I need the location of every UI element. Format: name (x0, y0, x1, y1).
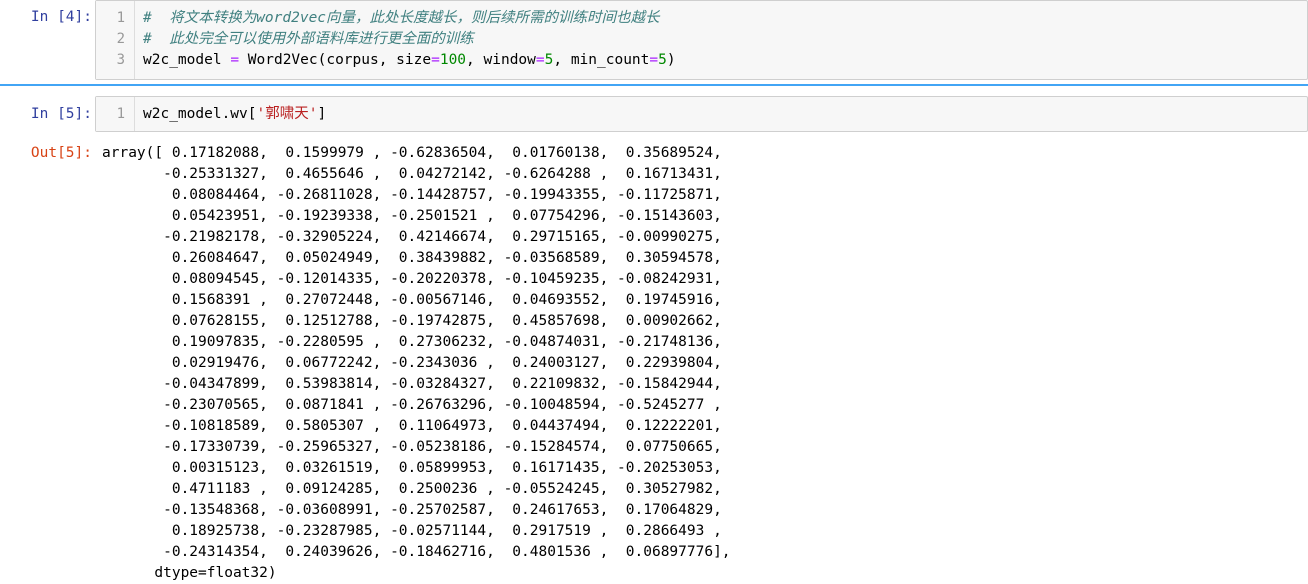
output-line: 0.00315123, 0.03261519, 0.05899953, 0.16… (102, 460, 722, 476)
output-line: -0.10818589, 0.5805307 , 0.11064973, 0.0… (102, 418, 722, 434)
input-prompt: In [4]: (30, 9, 92, 25)
output-line: 0.26084647, 0.05024949, 0.38439882, -0.0… (102, 250, 722, 266)
input-prompt: In [5]: (30, 106, 92, 122)
code-line: w2c_model.wv['郭啸天'] (143, 106, 327, 122)
output-line: 0.07628155, 0.12512788, -0.19742875, 0.4… (102, 313, 722, 329)
line-number-gutter: 1 (96, 97, 135, 131)
line-number: 3 (116, 52, 125, 68)
code-cell-5[interactable]: In [5]: 1 w2c_model.wv['郭啸天'] (0, 96, 1308, 136)
output-line: array([ 0.17182088, 0.1599979 , -0.62836… (102, 145, 722, 161)
code-editor[interactable]: 1 2 3 # 将文本转换为word2vec向量，此处长度越长，则后续所需的训练… (95, 0, 1308, 80)
output-line: -0.23070565, 0.0871841 , -0.26763296, -0… (102, 397, 722, 413)
output-line: 0.1568391 , 0.27072448, -0.00567146, 0.0… (102, 292, 722, 308)
output-line: 0.19097835, -0.2280595 , 0.27306232, -0.… (102, 334, 722, 350)
output-line: 0.02919476, 0.06772242, -0.2343036 , 0.2… (102, 355, 722, 371)
output-line: -0.04347899, 0.53983814, -0.03284327, 0.… (102, 376, 722, 392)
output-line: 0.18925738, -0.23287985, -0.02571144, 0.… (102, 523, 722, 539)
line-number-gutter: 1 2 3 (96, 1, 135, 79)
line-number: 2 (116, 31, 125, 47)
output-line: -0.25331327, 0.4655646 , 0.04272142, -0.… (102, 166, 722, 182)
output-line: 0.08094545, -0.12014335, -0.20220378, -0… (102, 271, 722, 287)
output-line: -0.24314354, 0.24039626, -0.18462716, 0.… (102, 544, 731, 560)
output-line: -0.17330739, -0.25965327, -0.05238186, -… (102, 439, 722, 455)
code-line: # 将文本转换为word2vec向量，此处长度越长，则后续所需的训练时间也越长 (143, 10, 660, 26)
output-line: -0.21982178, -0.32905224, 0.42146674, 0.… (102, 229, 722, 245)
output-line: dtype=float32) (102, 565, 277, 581)
line-number: 1 (116, 10, 125, 26)
output-line: 0.05423951, -0.19239338, -0.2501521 , 0.… (102, 208, 722, 224)
output-line: 0.4711183 , 0.09124285, 0.2500236 , -0.0… (102, 481, 722, 497)
code-line: w2c_model = Word2Vec(corpus, size=100, w… (143, 52, 676, 68)
code-line: # 此处完全可以使用外部语料库进行更全面的训练 (143, 31, 474, 47)
output-line: -0.13548368, -0.03608991, -0.25702587, 0… (102, 502, 722, 518)
cell-output: array([ 0.17182088, 0.1599979 , -0.62836… (102, 143, 731, 584)
line-number: 1 (116, 106, 125, 122)
output-line: 0.08084464, -0.26811028, -0.14428757, -0… (102, 187, 722, 203)
code-cell-4[interactable]: In [4]: 1 2 3 # 将文本转换为word2vec向量，此处长度越长，… (0, 0, 1308, 86)
code-editor[interactable]: 1 w2c_model.wv['郭啸天'] (95, 96, 1308, 132)
output-prompt: Out[5]: (30, 145, 92, 161)
